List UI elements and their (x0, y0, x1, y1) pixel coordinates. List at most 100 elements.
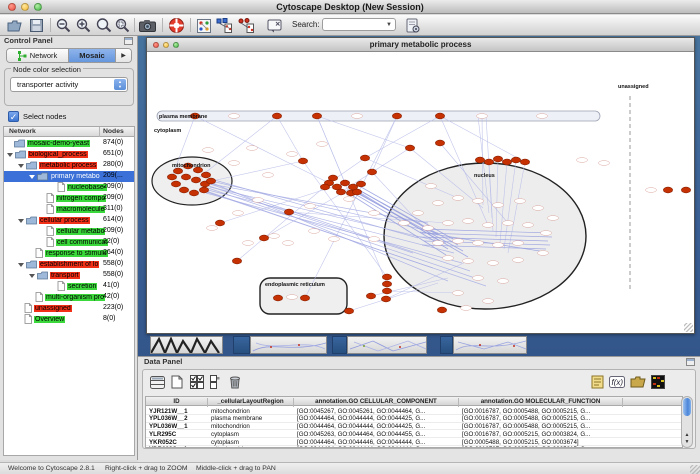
graph-node-selected[interactable] (437, 307, 446, 313)
tree-row-response-to-stimulu[interactable]: response to stimulu264(0) (4, 248, 134, 259)
graph-node-unselected[interactable] (369, 211, 380, 216)
vizmapper-icon[interactable] (195, 17, 212, 34)
graph-node-selected[interactable] (232, 258, 241, 264)
search-config-icon[interactable] (404, 17, 421, 34)
minimized-window-thumbnail[interactable] (150, 336, 223, 354)
tree-row-nitrogen-compo[interactable]: nitrogen compo209(0) (4, 193, 134, 204)
graph-node-selected[interactable] (520, 159, 529, 165)
select-nodes-checkbox[interactable]: ✓ (8, 111, 19, 122)
graph-node-selected[interactable] (356, 181, 365, 187)
tree-row-cellular-process[interactable]: cellular process614(0) (4, 215, 134, 226)
graph-node-unselected[interactable] (488, 261, 499, 266)
graph-node-selected[interactable] (171, 181, 180, 187)
graph-node-unselected[interactable] (515, 199, 526, 204)
graph-node-selected[interactable] (259, 235, 268, 241)
column-header-molecular-function[interactable]: annotation.GO MOLECULAR_FUNCTION (459, 398, 623, 407)
tab-overflow-arrow[interactable]: ▶ (116, 49, 131, 62)
graph-node-unselected[interactable] (523, 223, 534, 228)
scrollbar-arrows[interactable]: ▲▼ (682, 432, 692, 446)
graph-node-unselected[interactable] (243, 241, 254, 246)
graph-node-selected[interactable] (360, 155, 369, 161)
graph-node-unselected[interactable] (493, 203, 504, 208)
annotation-icon[interactable] (266, 17, 283, 34)
graph-node-unselected[interactable] (344, 197, 355, 202)
graph-node-unselected[interactable] (463, 259, 474, 264)
unselect-all-attributes-icon[interactable] (207, 374, 223, 390)
graph-node-unselected[interactable] (269, 234, 280, 239)
tree-row-primary-metabo[interactable]: primary metabo209(... (4, 171, 134, 182)
minimized-window-icon-block[interactable] (332, 336, 347, 354)
tree-row-establishment-of-lo[interactable]: establishment of lo558(0) (4, 259, 134, 270)
tree-row-secretion[interactable]: secretion41(0) (4, 281, 134, 292)
graph-node-unselected[interactable] (233, 211, 244, 216)
graph-node-selected[interactable] (435, 140, 444, 146)
tree-row-nucleobase-[interactable]: nucleobase-209(0) (4, 182, 134, 193)
graph-edge[interactable] (237, 183, 329, 261)
graph-node-selected[interactable] (167, 174, 176, 180)
graph-node-unselected[interactable] (287, 152, 298, 157)
float-panel-icon[interactable] (686, 358, 695, 366)
table-row-ylr295c[interactable]: YLR295Ccytoplasm[GO:0045263, GO:0044464,… (146, 430, 682, 438)
graph-node-unselected[interactable] (287, 295, 298, 300)
graph-node-unselected[interactable] (461, 306, 472, 311)
graph-node-unselected[interactable] (433, 201, 444, 206)
graph-node-unselected[interactable] (443, 256, 454, 261)
graph-node-unselected[interactable] (413, 211, 424, 216)
graph-node-unselected[interactable] (599, 161, 610, 166)
graph-node-unselected[interactable] (483, 223, 494, 228)
disclosure-triangle-icon[interactable] (18, 263, 24, 267)
graph-node-unselected[interactable] (503, 221, 514, 226)
graph-node-selected[interactable] (382, 274, 391, 280)
table-row-ypl036w__2[interactable]: YPL036W__2plasma membrane[GO:0044464, GO… (146, 415, 682, 423)
graph-node-unselected[interactable] (453, 291, 464, 296)
tree-row-biological-process[interactable]: biological_process651(0) (4, 149, 134, 160)
graph-node-selected[interactable] (189, 190, 198, 196)
graph-node-selected[interactable] (381, 296, 390, 302)
tree-row-overview[interactable]: Overview8(0) (4, 314, 134, 325)
graph-node-selected[interactable] (511, 157, 520, 163)
disclosure-triangle-icon[interactable] (29, 274, 35, 278)
graph-node-unselected[interactable] (309, 229, 320, 234)
graph-node-selected[interactable] (340, 180, 349, 186)
search-dropdown-arrow-icon[interactable]: ▼ (386, 22, 392, 28)
tree-row-macromolecule[interactable]: macromolecule311(0) (4, 204, 134, 215)
graph-node-unselected[interactable] (369, 237, 380, 242)
graph-node-selected[interactable] (179, 187, 188, 193)
graph-node-selected[interactable] (272, 113, 281, 119)
graph-node-selected[interactable] (382, 288, 391, 294)
graph-node-unselected[interactable] (423, 226, 434, 231)
graph-node-unselected[interactable] (203, 148, 214, 153)
graph-node-unselected[interactable] (513, 258, 524, 263)
graph-node-selected[interactable] (191, 177, 200, 183)
graph-node-unselected[interactable] (498, 279, 509, 284)
tab-mosaic[interactable]: Mosaic (69, 49, 116, 62)
tree-row-transport[interactable]: transport558(0) (4, 270, 134, 281)
tree-row-metabolic-process[interactable]: metabolic process280(0) (4, 160, 134, 171)
graph-node-selected[interactable] (392, 113, 401, 119)
graph-node-unselected[interactable] (253, 198, 264, 203)
attribute-table[interactable]: ID_cellularLayoutRegionannotation.GO CEL… (145, 396, 683, 448)
column-header-cellular-component[interactable]: annotation.GO CELLULAR_COMPONENT (294, 398, 459, 407)
graph-node-selected[interactable] (663, 187, 672, 193)
graph-node-unselected[interactable] (207, 226, 218, 231)
layout-blue-icon[interactable] (215, 17, 232, 34)
graph-node-unselected[interactable] (329, 237, 340, 242)
graph-node-unselected[interactable] (247, 146, 258, 151)
minimized-window-thumbnail[interactable] (250, 336, 327, 354)
new-attribute-icon[interactable] (169, 374, 185, 390)
graph-node-unselected[interactable] (283, 241, 294, 246)
attribute-select-icon[interactable] (149, 374, 165, 390)
graph-node-selected[interactable] (206, 178, 215, 184)
graph-node-unselected[interactable] (473, 276, 484, 281)
attribute-notes-icon[interactable] (589, 374, 605, 390)
disclosure-triangle-icon[interactable] (18, 164, 24, 168)
graph-node-selected[interactable] (328, 175, 337, 181)
graph-node-selected[interactable] (273, 295, 282, 301)
graph-node-selected[interactable] (215, 220, 224, 226)
table-row-ydr039c__1[interactable]: YDR039C__1mitochondrion[GO:0044464, GO:0… (146, 446, 682, 448)
table-row-ypl036w__1[interactable]: YPL036W__1mitochondrion[GO:0044464, GO:0… (146, 423, 682, 431)
disclosure-triangle-icon[interactable] (29, 175, 35, 179)
graph-node-selected[interactable] (475, 157, 484, 163)
disclosure-triangle-icon[interactable] (18, 219, 24, 223)
function-builder-icon[interactable]: f(x) (609, 374, 625, 390)
